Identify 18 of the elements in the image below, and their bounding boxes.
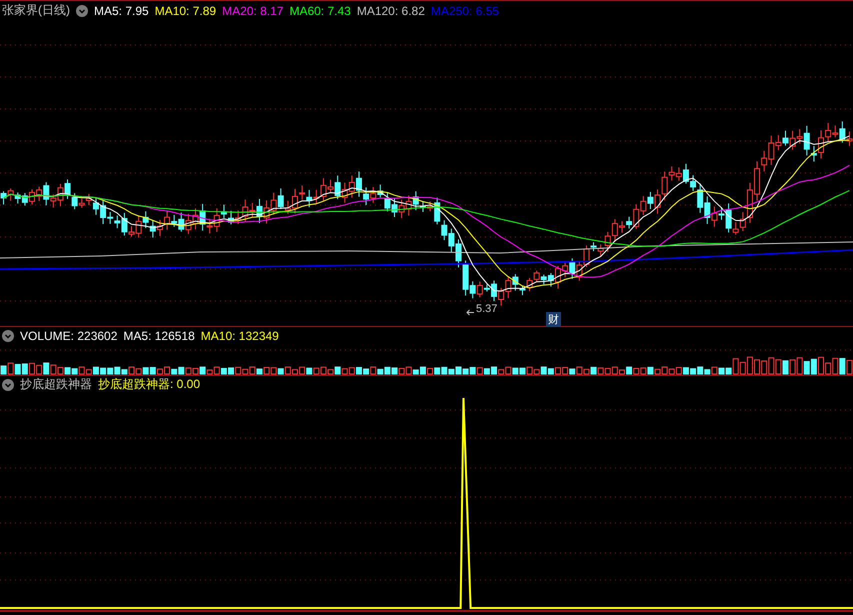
legend-label: MA250: 6.55 [430, 4, 499, 18]
legend-label: MA120: 6.82 [356, 4, 425, 18]
left-arrow-icon [466, 309, 474, 316]
legend-label: 抄底超跌神器: 0.00 [98, 376, 200, 393]
chart-title: 张家界(日线) [2, 2, 70, 19]
low-price-label: 5.37 [476, 303, 498, 315]
legend-label: MA5: 126518 [123, 328, 195, 342]
dropdown-icon[interactable] [2, 378, 14, 390]
dropdown-icon[interactable] [2, 330, 14, 342]
legend-label: MA5: 7.95 [94, 4, 149, 18]
legend-label: VOLUME: 223602 [20, 328, 118, 342]
legend-label: MA10: 132349 [200, 328, 279, 342]
legend-label: MA10: 7.89 [154, 4, 216, 18]
legend-label: MA20: 8.17 [222, 4, 284, 18]
indicator-title: 抄底超跌神器 [20, 376, 92, 393]
legend-label: MA60: 7.43 [289, 4, 351, 18]
finance-marker[interactable]: 财 [546, 312, 561, 327]
dropdown-icon[interactable] [76, 4, 88, 16]
